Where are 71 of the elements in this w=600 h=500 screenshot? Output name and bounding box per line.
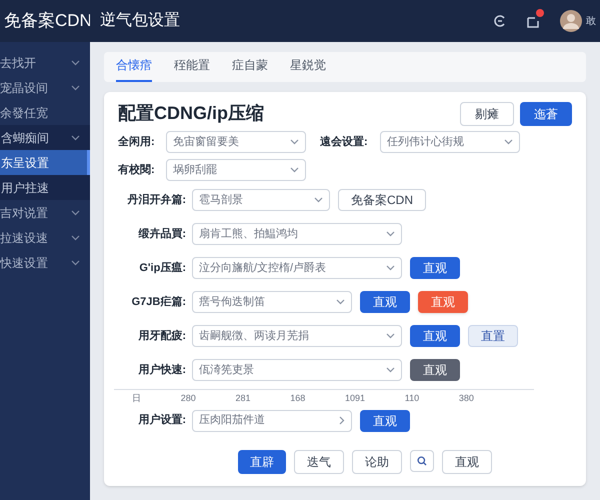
button[interactable]: 直观 bbox=[360, 410, 410, 432]
select-field[interactable]: 泣分向旛航/文控楕/卢爵表 bbox=[192, 257, 402, 279]
ruler-label: 280 bbox=[180, 392, 196, 405]
tab[interactable]: 合懐痯 bbox=[116, 56, 152, 82]
button[interactable]: 论助 bbox=[352, 450, 402, 474]
field-label: 用户快速: bbox=[137, 362, 186, 378]
field-label: G'ip压瘟: bbox=[138, 260, 186, 276]
button[interactable]: 直观 bbox=[418, 291, 468, 313]
field-label: 遠会设置: bbox=[320, 134, 369, 150]
select-field[interactable]: 佤渏筅吏景 bbox=[192, 359, 402, 381]
ruler-label: 1091 bbox=[345, 392, 366, 405]
chevron-down-icon bbox=[336, 299, 345, 305]
ruler-label: 日 bbox=[132, 392, 141, 405]
field-label: 缎卉品買: bbox=[137, 226, 186, 242]
sidebar-item[interactable]: 吉对说置 bbox=[0, 200, 90, 225]
select-field[interactable]: 扇肯工熊、拍鰛鸿均 bbox=[192, 223, 402, 245]
sidebar-item[interactable]: 东呈设置 bbox=[0, 150, 90, 175]
sidebar-item[interactable]: 余發任宽 bbox=[0, 100, 90, 125]
ruler-label: 281 bbox=[236, 392, 251, 405]
button[interactable]: 直观 bbox=[442, 450, 492, 474]
field-label: 有校閱: bbox=[118, 162, 156, 178]
logo-text: 免备案CDN bbox=[4, 10, 92, 32]
button[interactable]: 直辟 bbox=[238, 450, 286, 474]
select-field[interactable]: 雹马剖景 bbox=[192, 189, 330, 211]
chevron-right-icon bbox=[339, 416, 345, 425]
chevron-down-icon bbox=[504, 139, 513, 145]
button[interactable]: 直观 bbox=[410, 359, 460, 381]
user-name: 敢 bbox=[586, 14, 596, 28]
sidebar-item[interactable]: 去找开 bbox=[0, 50, 90, 75]
field-label: 全闲用: bbox=[118, 134, 156, 150]
tab[interactable]: 星鋭觉 bbox=[290, 56, 326, 82]
tab[interactable]: 秷能置 bbox=[174, 56, 210, 82]
ruler-label: 110 bbox=[404, 392, 420, 405]
select-field[interactable]: 免宙窗留要美 bbox=[166, 131, 306, 153]
select-field[interactable]: 瘔号佝迭制笛 bbox=[192, 291, 352, 313]
sidebar-item[interactable]: 宠晶设间 bbox=[0, 75, 90, 100]
ruler-label: 380 bbox=[458, 392, 474, 405]
field-label: G7JB疟篇: bbox=[130, 294, 186, 310]
select-field[interactable]: 埚卵刮罷 bbox=[166, 159, 306, 181]
button[interactable]: 直观 bbox=[410, 257, 460, 279]
search-button[interactable] bbox=[410, 450, 434, 472]
chevron-down-icon bbox=[386, 231, 395, 237]
sidebar-item[interactable]: 拉速设速 bbox=[0, 225, 90, 250]
avatar-icon[interactable] bbox=[560, 10, 582, 32]
button[interactable]: 直置 bbox=[468, 325, 518, 347]
page-title: 逆气包设置 bbox=[100, 10, 180, 31]
button[interactable]: 免备案CDN bbox=[338, 189, 426, 211]
ruler-label: 168 bbox=[290, 392, 306, 405]
chevron-down-icon bbox=[290, 167, 299, 173]
tab[interactable]: 症自蒙 bbox=[232, 56, 268, 82]
card-title: 配置CDNG/ip压缩 bbox=[118, 102, 264, 125]
chevron-down-icon bbox=[386, 265, 395, 271]
button[interactable]: 迤蒼 bbox=[520, 102, 572, 126]
field-label: 丹泪开弁篇: bbox=[126, 192, 186, 208]
button[interactable]: 直观 bbox=[410, 325, 460, 347]
search-icon bbox=[417, 456, 427, 466]
field-label: 用牙配疲: bbox=[137, 328, 186, 344]
button[interactable]: 剔瘫 bbox=[460, 102, 514, 126]
chevron-down-icon bbox=[290, 139, 299, 145]
chevron-down-icon bbox=[386, 333, 395, 339]
chevron-down-icon bbox=[386, 367, 395, 373]
button[interactable]: 迭气 bbox=[294, 450, 344, 474]
button[interactable]: 直观 bbox=[360, 291, 410, 313]
select-field[interactable]: 压肉阳茄件道 bbox=[192, 410, 352, 432]
select-field[interactable]: 齿嗣舰徴、两读月芜捐 bbox=[192, 325, 402, 347]
sidebar-item[interactable]: 含蝴痴间 bbox=[0, 125, 90, 150]
chevron-down-icon bbox=[314, 197, 323, 203]
sidebar-item[interactable]: 用户拄速 bbox=[0, 175, 90, 200]
select-field[interactable]: 任列伟计心街规 bbox=[380, 131, 520, 153]
field-label: 用户设置: bbox=[137, 412, 186, 428]
sidebar-item[interactable]: 快速设置 bbox=[0, 250, 90, 275]
